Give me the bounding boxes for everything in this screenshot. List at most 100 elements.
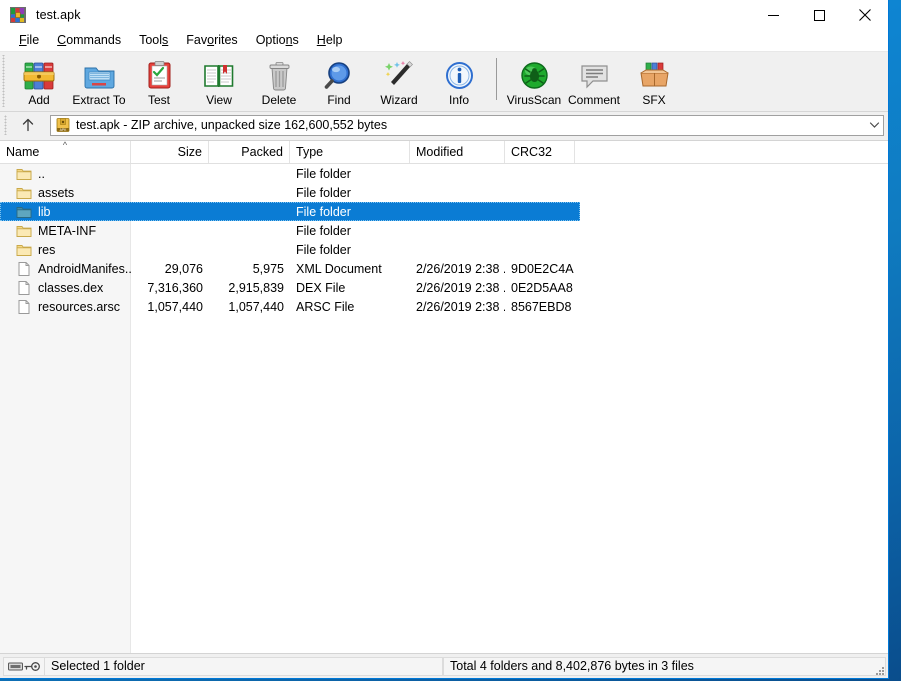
toolbar-label-sfx: SFX (642, 93, 666, 107)
cell-type: File folder (296, 242, 351, 257)
minimize-button[interactable] (750, 0, 796, 30)
cell-text-name: lib (38, 204, 51, 219)
up-one-level-button[interactable] (11, 113, 45, 137)
cell-crc32: 9D0E2C4A (511, 261, 574, 276)
column-label-crc32: CRC32 (511, 145, 552, 159)
cell-modified: 2/26/2019 2:38 ... (416, 280, 505, 295)
window-controls (750, 0, 888, 30)
sfx-box-icon (638, 58, 671, 92)
toolbar-button-info[interactable]: Info (429, 54, 489, 109)
menu-item-file[interactable]: File (10, 32, 48, 49)
table-row[interactable]: assets File folder (0, 183, 888, 202)
menu-item-favorites[interactable]: Favorites (177, 32, 246, 49)
winrar-window: test.apk File Commands Tools Favorites O… (0, 0, 889, 679)
info-circle-icon (443, 58, 476, 92)
cell-type: File folder (296, 185, 351, 200)
cell-packed: 2,915,839 (228, 280, 284, 295)
toolbar-label-wizard: Wizard (380, 93, 418, 107)
toolbar-button-comment[interactable]: Comment (564, 54, 624, 109)
menu-item-options[interactable]: Options (247, 32, 308, 49)
toolbar-label-virusscan: VirusScan (506, 93, 562, 107)
cell-name: lib (0, 204, 131, 220)
cell-text-name: res (38, 242, 56, 257)
column-header-size[interactable]: Size (131, 141, 209, 163)
resize-grip[interactable] (874, 665, 886, 677)
address-bar-grip[interactable] (4, 115, 11, 135)
cell-size: 29,076 (164, 261, 203, 276)
arrow-up-icon (22, 118, 34, 132)
table-row[interactable]: res File folder (0, 240, 888, 259)
cell-text-name: META-INF (38, 223, 97, 238)
cell-type: ARSC File (296, 299, 355, 314)
column-label-packed: Packed (241, 145, 283, 159)
cell-name: assets (0, 185, 131, 201)
archive-path-field[interactable]: APK test.apk - ZIP archive, unpacked siz… (50, 114, 884, 136)
table-row[interactable]: META-INF File folder (0, 221, 888, 240)
cell-text-name: resources.arsc (38, 299, 120, 314)
column-header-name[interactable]: ^ Name (0, 141, 131, 163)
column-header-crc32[interactable]: CRC32 (505, 141, 575, 163)
toolbar-button-sfx[interactable]: SFX (624, 54, 684, 109)
table-row[interactable]: resources.arsc 1,057,440 1,057,440 ARSC Fil… (0, 297, 888, 316)
cell-name: resources.arsc (0, 299, 131, 315)
toolbar-button-find[interactable]: Find (309, 54, 369, 109)
view-book-icon (203, 58, 236, 92)
column-label-size: Size (177, 145, 202, 159)
toolbar-button-view[interactable]: View (189, 54, 249, 109)
folder-icon (16, 225, 32, 237)
drive-icon[interactable] (8, 661, 24, 672)
key-icon[interactable] (24, 661, 40, 672)
toolbar-label-delete: Delete (261, 93, 297, 107)
folder-icon (16, 244, 32, 256)
chevron-down-icon[interactable] (865, 116, 883, 135)
sort-ascending-icon: ^ (62, 140, 68, 150)
cell-type: File folder (296, 223, 351, 238)
column-header-type[interactable]: Type (290, 141, 410, 163)
cell-text-name: assets (38, 185, 75, 200)
menu-item-commands[interactable]: Commands (48, 32, 130, 49)
cell-name: META-INF (0, 223, 131, 239)
toolbar-label-extract-to: Extract To (72, 93, 126, 107)
cell-name: .. (0, 166, 131, 182)
add-archive-icon (23, 58, 56, 92)
cell-name: classes.dex (0, 280, 131, 296)
cell-type: File folder (296, 204, 351, 219)
cell-text-name: AndroidManifes... (38, 261, 131, 276)
cell-modified: 2/26/2019 2:38 ... (416, 261, 505, 276)
menu-item-tools[interactable]: Tools (130, 32, 177, 49)
cell-crc32: 8567EBD8 (511, 299, 572, 314)
apk-archive-icon: APK (56, 118, 70, 132)
table-row[interactable]: classes.dex 7,316,360 2,915,839 DEX File 2/2… (0, 278, 888, 297)
cell-packed: 5,975 (252, 261, 284, 276)
toolbar-button-wizard[interactable]: Wizard (369, 54, 429, 109)
table-row[interactable]: lib File folder (0, 202, 580, 221)
toolbar-button-extract-to[interactable]: Extract To (69, 54, 129, 109)
wizard-wand-icon (383, 58, 416, 92)
cell-type: File folder (296, 166, 351, 181)
status-selection-text: Selected 1 folder (51, 659, 145, 673)
table-row[interactable]: .. File folder (0, 164, 888, 183)
toolbar-button-test[interactable]: Test (129, 54, 189, 109)
toolbar-grip[interactable] (0, 55, 9, 107)
archive-path-text: test.apk - ZIP archive, unpacked size 16… (76, 118, 388, 132)
file-list-body[interactable]: .. File folder assets File folder lib File fo… (0, 164, 888, 653)
svg-text:APK: APK (60, 128, 68, 132)
column-header-modified[interactable]: Modified (410, 141, 505, 163)
toolbar-button-add[interactable]: Add (9, 54, 69, 109)
toolbar-separator (496, 58, 497, 100)
toolbar-button-delete[interactable]: Delete (249, 54, 309, 109)
title-bar: test.apk (0, 0, 888, 30)
folder-up-icon (16, 168, 32, 180)
toolbar-label-add: Add (28, 93, 50, 107)
toolbar: Add Extract To Test View Delete Find Wiz… (0, 52, 888, 112)
close-button[interactable] (842, 0, 888, 30)
winrar-books-icon (10, 7, 26, 23)
table-row[interactable]: AndroidManifes... 29,076 5,975 XML Document… (0, 259, 888, 278)
column-header-packed[interactable]: Packed (209, 141, 290, 163)
status-icons-pane (3, 656, 45, 676)
menu-item-help[interactable]: Help (308, 32, 352, 49)
maximize-button[interactable] (796, 0, 842, 30)
toolbar-button-virusscan[interactable]: VirusScan (504, 54, 564, 109)
toolbar-label-find: Find (327, 93, 351, 107)
cell-name: AndroidManifes... (0, 261, 131, 277)
